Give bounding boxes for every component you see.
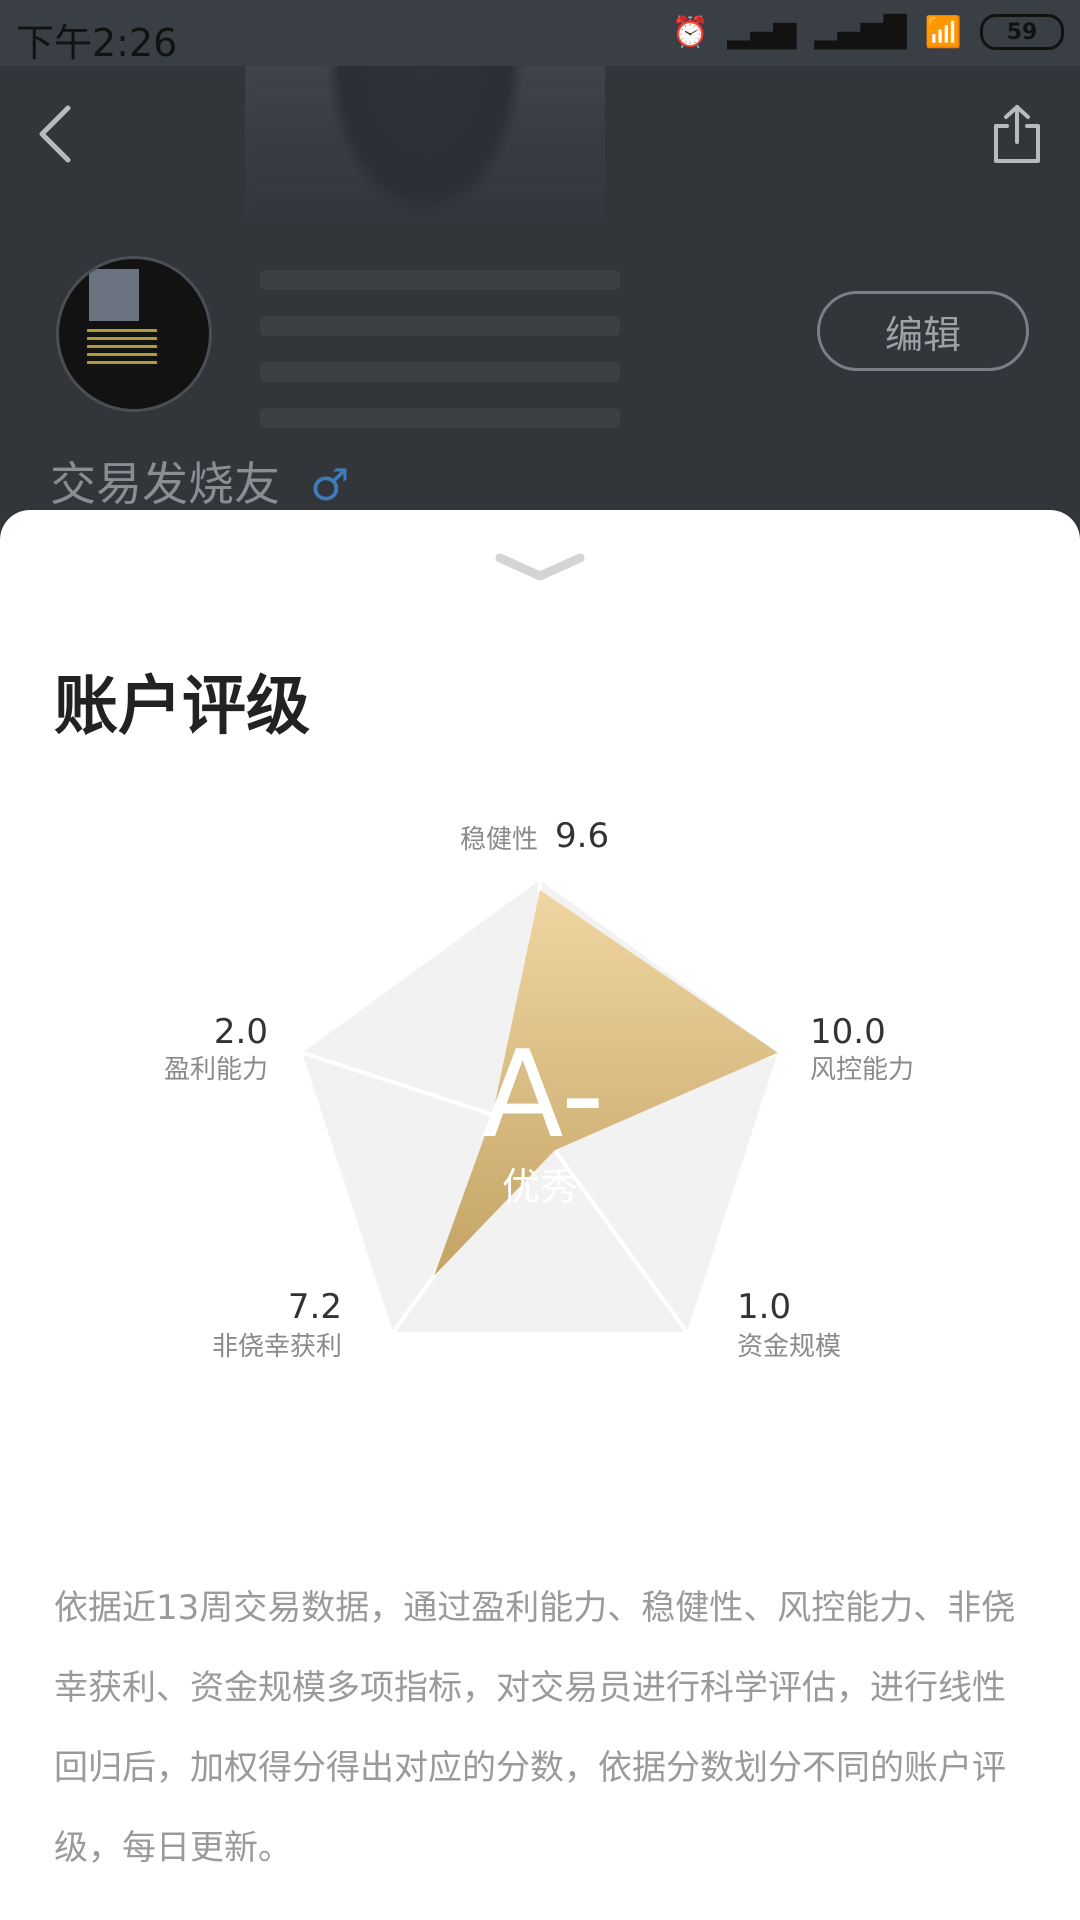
- radar-axis-value: 1.0: [737, 1287, 791, 1327]
- gender-male-icon: ♂: [310, 460, 350, 511]
- radar-axis-label: 风控能力: [810, 1055, 914, 1085]
- username-text: 交易发烧友: [50, 457, 280, 511]
- alarm-icon: ⏰: [671, 14, 710, 50]
- rating-description: 依据近13周交易数据，通过盈利能力、稳健性、风控能力、非侥幸获利、资金规模多项指…: [54, 1588, 1016, 1868]
- status-bar: 下午2:26 ⏰ ▂▄▆ ▂▄▆█ 📶 59: [0, 0, 1080, 66]
- radar-axis-value: 2.0: [214, 1012, 268, 1052]
- hd-signal-icon: ▂▄▆█: [814, 14, 907, 50]
- share-button[interactable]: [992, 104, 1042, 164]
- radar-axis-label: 资金规模: [737, 1332, 841, 1362]
- grade-label: 优秀: [502, 1165, 578, 1209]
- account-rating-sheet: 账户评级 稳健性 9.6 风控能力 10.0 资金规模 1.0 非侥幸获利 7.2 盈利能力 2.…: [0, 510, 1080, 1920]
- username: 交易发烧友 ♂: [50, 448, 349, 514]
- status-time: 下午2:26: [16, 21, 178, 65]
- radar-axis-value: 9.6: [555, 816, 609, 856]
- share-icon: [994, 105, 1040, 163]
- radar-axis-label: 非侥幸获利: [212, 1332, 342, 1362]
- radar-axis-label: 盈利能力: [164, 1055, 268, 1085]
- cover-text-blur: [260, 270, 620, 454]
- battery-icon: 59: [980, 14, 1064, 50]
- edit-button[interactable]: 编辑: [817, 291, 1029, 371]
- wifi-icon: 📶: [924, 14, 962, 50]
- grade-value: A-: [482, 1026, 605, 1165]
- radar-axis-label: 稳健性: [460, 825, 538, 855]
- signal-icon: ▂▄▆: [727, 14, 797, 50]
- back-button[interactable]: [36, 104, 76, 164]
- avatar[interactable]: [56, 256, 212, 412]
- radar-axis-value: 7.2: [288, 1287, 342, 1327]
- chevron-left-icon: [39, 105, 71, 163]
- radar-axis-value: 10.0: [810, 1012, 886, 1052]
